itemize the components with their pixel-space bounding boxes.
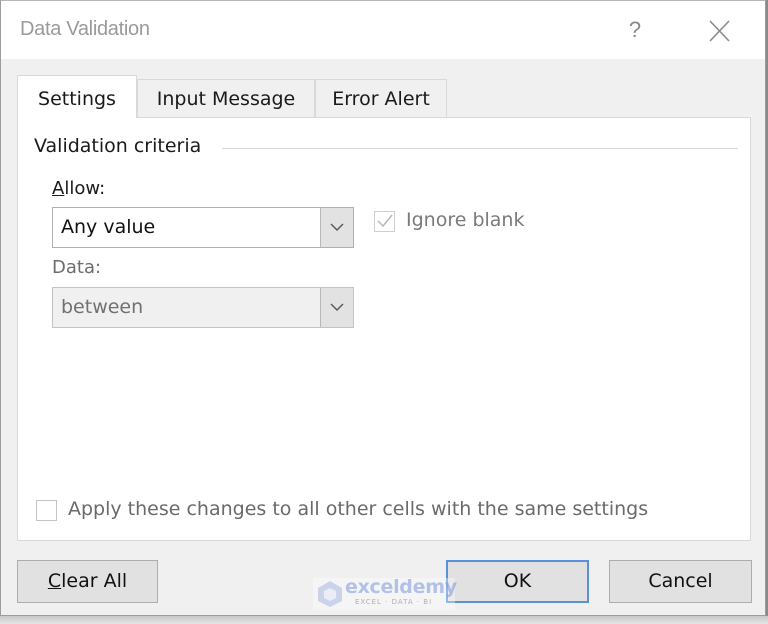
clear-all-label: lear All [61, 570, 128, 592]
clear-all-button[interactable]: Clear All [17, 560, 158, 603]
clear-all-accelerator: C [47, 570, 62, 592]
allow-value: Any value [61, 216, 156, 238]
data-label: Data: [52, 257, 102, 278]
exceldemy-logo-icon [318, 581, 342, 607]
ok-button[interactable]: OK [446, 560, 589, 603]
watermark-name: exceldemy [345, 576, 457, 598]
tab-error-alert[interactable]: Error Alert [315, 79, 447, 117]
allow-label: Allow: [52, 178, 106, 199]
close-icon [709, 20, 730, 42]
ignore-blank-label: Ignore blank [406, 209, 525, 231]
tab-settings[interactable]: Settings [17, 75, 137, 118]
ignore-blank-checkbox[interactable] [374, 211, 395, 232]
checkmark-icon [377, 214, 393, 228]
close-button[interactable] [704, 16, 734, 46]
cancel-button[interactable]: Cancel [609, 560, 752, 603]
validation-criteria-heading: Validation criteria [34, 135, 202, 157]
allow-dropdown[interactable]: Any value [52, 207, 354, 248]
settings-panel: Validation criteria Allow: Any value Ign… [17, 117, 751, 541]
allow-dropdown-arrow[interactable] [320, 208, 353, 247]
chevron-down-icon [330, 303, 344, 311]
title-bar: Data Validation ? [1, 1, 765, 59]
window-shadow-bottom [0, 616, 768, 624]
help-button[interactable]: ? [621, 15, 649, 45]
watermark-tagline: EXCEL · DATA · BI [355, 598, 433, 606]
tab-input-message[interactable]: Input Message [137, 79, 315, 117]
data-value: between [61, 296, 144, 318]
apply-all-checkbox[interactable] [36, 500, 57, 521]
group-divider [222, 148, 738, 149]
data-dropdown[interactable]: between [52, 287, 354, 328]
apply-all-label: Apply these changes to all other cells w… [68, 498, 649, 520]
chevron-down-icon [330, 223, 344, 231]
data-validation-dialog: Data Validation ? Settings Input Message… [0, 0, 766, 616]
watermark: exceldemy EXCEL · DATA · BI [313, 576, 457, 610]
data-dropdown-arrow[interactable] [320, 288, 353, 327]
dialog-title: Data Validation [20, 18, 150, 40]
